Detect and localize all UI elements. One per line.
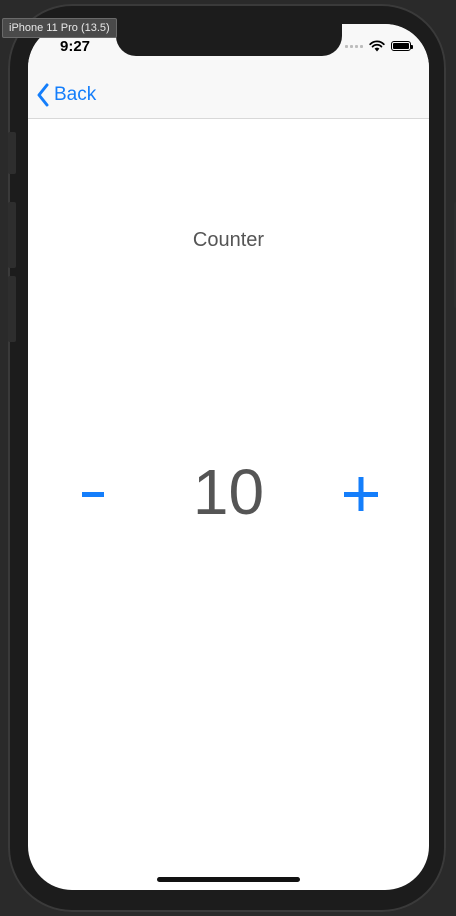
notch (116, 24, 342, 56)
wifi-icon (369, 40, 385, 52)
back-button[interactable]: Back (36, 82, 96, 108)
navigation-bar: Back (28, 72, 429, 119)
chevron-left-icon (37, 83, 49, 107)
volume-down-button (8, 276, 16, 342)
plus-icon (344, 477, 378, 511)
volume-up-button (8, 202, 16, 268)
simulator-device-label: iPhone 11 Pro (13.5) (2, 18, 117, 38)
status-icons (345, 40, 413, 52)
signal-icon (345, 44, 363, 48)
battery-icon (391, 41, 413, 51)
back-label: Back (54, 84, 97, 105)
page-title: Counter (192, 229, 265, 251)
silent-switch (8, 132, 16, 174)
phone-screen: 9:27 Back Counter 10 (28, 24, 429, 890)
increment-button[interactable] (341, 472, 381, 516)
status-time: 9:27 (60, 38, 91, 55)
home-indicator[interactable] (157, 877, 300, 882)
counter-row: 10 (28, 444, 429, 544)
